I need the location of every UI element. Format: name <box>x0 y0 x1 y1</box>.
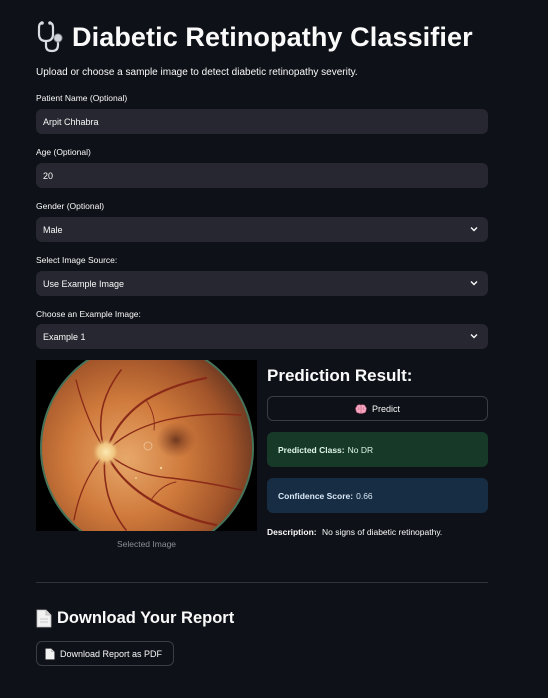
prediction-title: Prediction Result: <box>267 366 413 385</box>
chevron-down-icon <box>470 227 478 232</box>
patient-name-label: Patient Name (Optional) <box>36 93 128 103</box>
page-title: Diabetic Retinopathy Classifier <box>72 21 473 52</box>
age-input[interactable] <box>43 170 463 181</box>
confidence-value: 0.66 <box>356 490 373 501</box>
confidence-label: Confidence Score: <box>278 490 354 501</box>
gender-select[interactable]: Male <box>36 217 488 242</box>
report-title: Download Your Report <box>57 609 235 627</box>
example-image-select-value: Example 1 <box>43 331 86 342</box>
chevron-down-icon <box>470 334 478 339</box>
predict-button[interactable]: Predict <box>267 396 488 421</box>
document-icon <box>45 647 55 660</box>
header: Diabetic Retinopathy Classifier <box>36 20 473 54</box>
patient-name-input[interactable] <box>43 116 463 127</box>
stethoscope-icon <box>37 21 63 53</box>
brain-icon <box>355 403 367 414</box>
predicted-class-alert: Predicted Class: No DR <box>267 432 488 467</box>
predicted-class-value: No DR <box>347 444 374 455</box>
example-image-select[interactable]: Example 1 <box>36 324 488 349</box>
selected-fundus-image <box>36 360 257 531</box>
image-source-select-value: Use Example Image <box>43 278 125 289</box>
predicted-class-label: Predicted Class: <box>278 444 345 455</box>
image-source-select[interactable]: Use Example Image <box>36 271 488 296</box>
description-label: Description: <box>267 527 317 537</box>
download-report-label: Download Report as PDF <box>60 648 163 659</box>
report-header: Download Your Report <box>36 609 234 628</box>
page-subtitle: Upload or choose a sample image to detec… <box>36 67 358 78</box>
example-image-label: Choose an Example Image: <box>36 309 141 319</box>
confidence-alert: Confidence Score: 0.66 <box>267 478 488 513</box>
chevron-down-icon <box>470 281 478 286</box>
gender-label: Gender (Optional) <box>36 201 105 211</box>
image-caption: Selected Image <box>116 539 177 549</box>
document-icon <box>36 609 52 628</box>
age-field-wrapper <box>36 163 488 188</box>
patient-name-field-wrapper <box>36 109 488 134</box>
prediction-description: Description: No signs of diabetic retino… <box>267 527 442 537</box>
predict-button-label: Predict <box>371 403 400 414</box>
download-report-button[interactable]: Download Report as PDF <box>36 641 174 666</box>
age-label: Age (Optional) <box>36 147 91 157</box>
gender-select-value: Male <box>43 224 63 235</box>
image-source-label: Select Image Source: <box>36 255 118 265</box>
section-divider <box>36 582 488 583</box>
description-value: No signs of diabetic retinopathy. <box>321 527 443 537</box>
